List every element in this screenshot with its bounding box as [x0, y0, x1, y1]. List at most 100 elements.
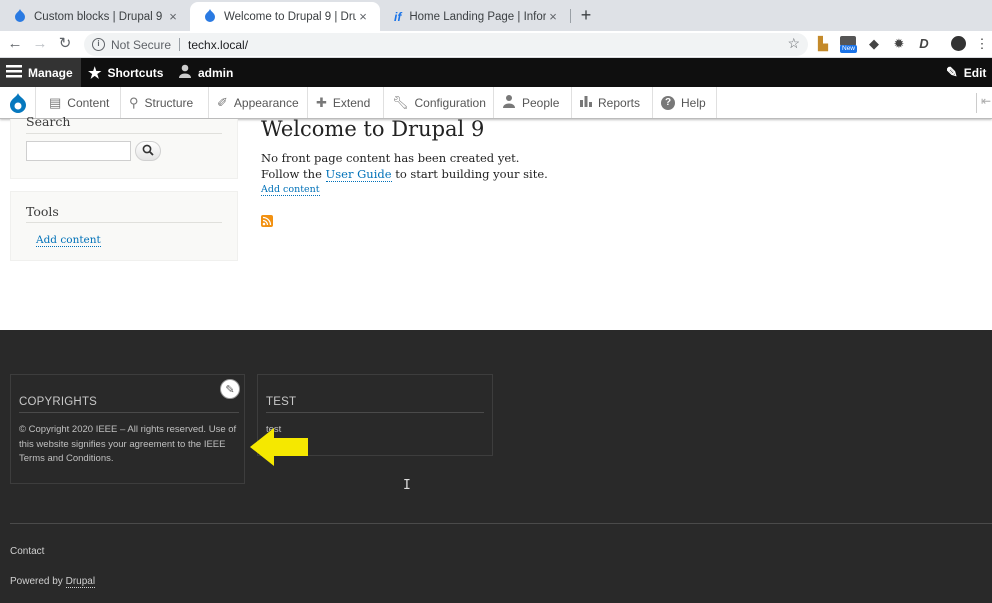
- tray-item-label: Reports: [598, 95, 641, 110]
- search-button[interactable]: [135, 141, 161, 161]
- tray-item-people[interactable]: People: [494, 87, 572, 118]
- copyrights-title: COPYRIGHTS: [19, 396, 98, 408]
- browser-tabstrip: Custom blocks | Drupal 9 × Welcome to Dr…: [0, 0, 992, 31]
- close-icon[interactable]: ×: [356, 9, 370, 24]
- browser-tab-home-landing[interactable]: if Home Landing Page | Informat ×: [380, 2, 570, 31]
- block-edit-button[interactable]: ✎: [220, 379, 240, 399]
- wrench-icon: 🔧︎: [392, 94, 409, 110]
- add-content-link[interactable]: Add content: [261, 184, 320, 196]
- browser-tab-custom-blocks[interactable]: Custom blocks | Drupal 9 ×: [0, 2, 190, 31]
- tray-item-label: People: [522, 95, 560, 110]
- toolbar-user[interactable]: admin: [178, 58, 233, 87]
- powered-by: Powered by Drupal: [10, 576, 96, 588]
- tray-item-configuration[interactable]: 🔧︎ Configuration: [384, 87, 494, 118]
- browser-omnibar: ← → ↻ i Not Secure techx.local/ ☆ ▙ New …: [0, 31, 992, 58]
- hamburger-menu-icon: [6, 64, 22, 81]
- sitemap-icon: ⚲: [129, 94, 139, 110]
- tray-divider: [976, 93, 977, 113]
- toolbar-manage[interactable]: Manage: [0, 58, 81, 87]
- toolbar-manage-label: Manage: [28, 65, 73, 80]
- block-divider: [26, 133, 222, 134]
- brush-icon: ✐: [217, 94, 228, 110]
- url-text[interactable]: techx.local/: [188, 38, 248, 52]
- extension-new-badge: New: [840, 45, 858, 53]
- powered-by-prefix: Powered by: [10, 576, 66, 587]
- admin-toolbar-tray: ▤ Content ⚲ Structure ✐ Appearance ✚ Ext…: [0, 87, 992, 119]
- search-block-title: Search: [26, 114, 71, 129]
- close-icon[interactable]: ×: [166, 9, 180, 24]
- extension-gear-icon[interactable]: ✹: [891, 36, 907, 52]
- search-icon: [142, 144, 154, 159]
- toolbar-edit[interactable]: ✎ Edit: [946, 58, 986, 87]
- help-icon: ?: [661, 95, 675, 110]
- tools-block: Tools Add content: [10, 191, 238, 261]
- admin-toolbar: Manage ★ Shortcuts admin ✎ Edit: [0, 58, 992, 87]
- tray-item-label: Help: [681, 95, 706, 110]
- search-block: Search: [10, 114, 238, 179]
- tab-separator: [570, 9, 571, 23]
- user-icon: [178, 64, 192, 81]
- tray-item-reports[interactable]: Reports: [572, 87, 653, 118]
- url-separator: [179, 38, 181, 51]
- tools-block-title: Tools: [26, 204, 59, 219]
- people-icon: [502, 94, 516, 111]
- tray-item-label: Structure: [144, 95, 194, 110]
- extension-new-icon[interactable]: New: [840, 36, 858, 53]
- extension-ruler-icon[interactable]: ▙: [815, 36, 831, 52]
- drupal-link[interactable]: Drupal: [65, 576, 96, 588]
- drupal-favicon-icon: [14, 8, 26, 25]
- tray-item-help[interactable]: ? Help: [653, 87, 717, 118]
- tab-title: Custom blocks | Drupal 9: [34, 10, 163, 23]
- user-guide-suffix: to start building your site.: [391, 167, 548, 181]
- tray-item-label: Appearance: [233, 95, 299, 110]
- document-icon: ▤: [49, 94, 62, 110]
- tray-item-structure[interactable]: ⚲ Structure: [121, 87, 209, 118]
- user-guide-link[interactable]: User Guide: [325, 167, 392, 182]
- forward-arrow-icon[interactable]: →: [31, 35, 49, 53]
- puzzle-icon: ✚: [316, 94, 327, 110]
- new-tab-button[interactable]: +: [576, 4, 596, 26]
- toolbar-shortcuts[interactable]: ★ Shortcuts: [88, 58, 163, 87]
- tray-item-label: Extend: [332, 95, 371, 110]
- info-icon[interactable]: i: [92, 38, 105, 51]
- star-icon: ★: [88, 64, 102, 82]
- pencil-icon: ✎: [946, 64, 958, 80]
- browser-tab-welcome[interactable]: Welcome to Drupal 9 | Drupal 9 ×: [190, 2, 380, 31]
- security-label: Not Secure: [111, 37, 172, 52]
- tray-item-extend[interactable]: ✚ Extend: [308, 87, 384, 118]
- address-bar[interactable]: i Not Secure techx.local/ ☆: [84, 33, 808, 56]
- text-cursor-icon: I: [403, 478, 411, 493]
- reload-icon[interactable]: ↻: [56, 35, 74, 53]
- contact-link[interactable]: Contact: [10, 546, 44, 557]
- block-divider: [266, 412, 484, 413]
- block-divider: [26, 222, 222, 223]
- tab-title: Home Landing Page | Informat: [409, 10, 546, 23]
- page-title: Welcome to Drupal 9: [261, 117, 485, 141]
- close-icon[interactable]: ×: [546, 9, 560, 24]
- toolbar-edit-label: Edit: [963, 65, 987, 80]
- copyrights-text: © Copyright 2020 IEEE – All rights reser…: [19, 424, 237, 464]
- site-favicon-icon: if: [394, 9, 402, 24]
- search-input[interactable]: [26, 141, 131, 161]
- tray-item-appearance[interactable]: ✐ Appearance: [209, 87, 308, 118]
- drupal-favicon-icon: [204, 8, 216, 25]
- bookmark-star-icon[interactable]: ☆: [787, 35, 800, 52]
- user-guide-prefix: Follow the: [261, 167, 326, 181]
- extension-alien-icon[interactable]: ◆: [866, 36, 882, 52]
- rss-feed-icon[interactable]: [261, 215, 273, 227]
- profile-avatar[interactable]: [951, 36, 967, 52]
- browser-menu-icon[interactable]: ⋮: [974, 36, 990, 52]
- empty-front-message: No front page content has been created y…: [261, 151, 520, 165]
- toolbar-user-label: admin: [198, 65, 234, 80]
- test-title: TEST: [266, 396, 297, 408]
- tools-add-content-link[interactable]: Add content: [36, 234, 101, 247]
- toolbar-shortcuts-label: Shortcuts: [107, 65, 164, 80]
- block-divider: [19, 412, 239, 413]
- tray-item-label: Configuration: [414, 95, 486, 110]
- copyrights-block: ✎ COPYRIGHTS © Copyright 2020 IEEE – All…: [10, 374, 245, 484]
- back-arrow-icon[interactable]: ←: [6, 35, 24, 53]
- tray-orientation-toggle-icon[interactable]: ⇤: [981, 94, 991, 108]
- tab-title: Welcome to Drupal 9 | Drupal 9: [224, 10, 356, 23]
- extension-d-icon[interactable]: D: [916, 36, 932, 52]
- tray-item-label: Content: [67, 95, 110, 110]
